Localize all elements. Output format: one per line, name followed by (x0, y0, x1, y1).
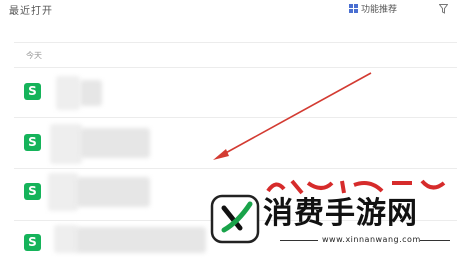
watermark-text: 消费手游网 (263, 196, 418, 231)
watermark-url: www.xinnanwang.com (322, 235, 421, 244)
watermark-dash (280, 240, 318, 241)
watermark-dash (420, 240, 450, 241)
